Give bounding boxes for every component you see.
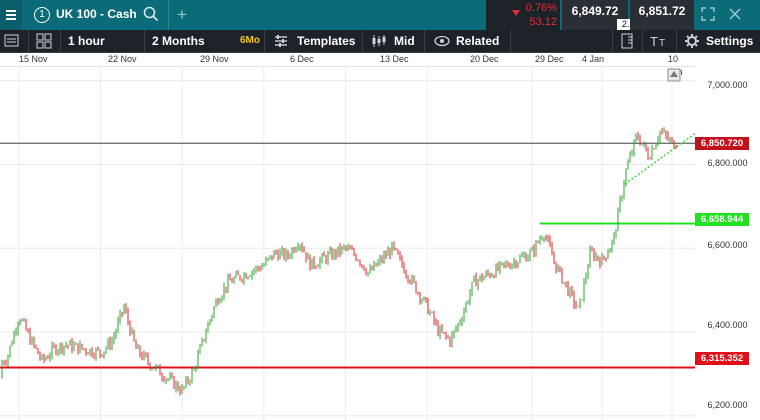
menu-icon[interactable] [0, 0, 22, 30]
search-icon[interactable] [143, 6, 159, 27]
change-points: 53.12 [529, 16, 557, 28]
toolbar-divider [362, 30, 363, 52]
toolbar-divider [144, 30, 145, 52]
chart-toolbar: 1 hour 2 Months 6Mo Templates Mid Relate… [0, 30, 760, 53]
svg-text:T: T [659, 38, 665, 49]
price-label: 6,200.000 [707, 400, 748, 410]
toolbar-divider [60, 30, 61, 52]
toolbar-divider [264, 30, 265, 52]
settings-button[interactable]: Settings [706, 30, 753, 52]
price-axis: 7,000.000 6,800.000 6,600.000 6,400.000 … [695, 53, 760, 420]
current-price-tag: 6,850.720 [695, 137, 749, 150]
range-select[interactable]: 2 Months [152, 30, 205, 52]
text-size-icon[interactable]: TT [650, 33, 668, 54]
scroll-to-latest-icon[interactable] [667, 68, 681, 82]
related-button[interactable]: Related [456, 30, 499, 52]
instrument-tab[interactable]: 1 UK 100 - Cash [24, 0, 164, 30]
templates-icon [274, 34, 288, 53]
range-badge[interactable]: 6Mo [240, 35, 260, 46]
buy-price: 6,851.72 [638, 4, 686, 18]
date-label: 13 Dec [380, 54, 409, 64]
ruler-icon[interactable] [620, 33, 634, 54]
list-icon[interactable] [4, 33, 20, 54]
change-percent: 0.76% [525, 2, 557, 14]
gear-icon[interactable] [684, 33, 700, 54]
add-instrument-button[interactable]: + [168, 0, 195, 30]
date-label: 6 Dec [290, 54, 314, 64]
price-label: 7,000.000 [707, 80, 748, 90]
date-axis: 15 Nov 22 Nov 29 Nov 6 Dec 13 Dec 20 Dec… [0, 53, 695, 77]
price-label: 6,400.000 [707, 320, 748, 330]
buy-price-button[interactable]: 6,851.72 [630, 0, 694, 30]
toolbar-divider [424, 30, 425, 52]
toolbar-divider [676, 30, 677, 52]
date-label: 29 Nov [200, 54, 229, 64]
price-label: 6,600.000 [707, 240, 748, 250]
date-label: 22 Nov [108, 54, 137, 64]
down-arrow-icon [512, 4, 520, 22]
date-label: 15 Nov [19, 54, 48, 64]
price-chart[interactable] [0, 66, 695, 420]
eye-icon [434, 34, 450, 53]
price-label: 6,800.000 [707, 158, 748, 168]
toolbar-divider [28, 30, 29, 52]
toolbar-divider [510, 30, 511, 52]
date-label: 4 Jan [582, 54, 605, 64]
interval-select[interactable]: 1 hour [68, 30, 105, 52]
candlestick-icon [371, 34, 387, 53]
date-label: 20 Dec [470, 54, 499, 64]
close-icon[interactable] [728, 7, 742, 24]
templates-button[interactable]: Templates [297, 30, 355, 52]
support-level-tag[interactable]: 6,315.352 [695, 352, 749, 365]
date-label: 29 Dec [535, 54, 564, 64]
change-panel: 0.76% 53.12 [486, 0, 560, 30]
toolbar-divider [642, 30, 643, 52]
plus-icon: + [177, 5, 187, 24]
resistance-level-tag[interactable]: 6,658.944 [695, 213, 749, 226]
price-type-select[interactable]: Mid [394, 30, 415, 52]
layout-grid-icon[interactable] [36, 33, 52, 54]
top-bar: 1 UK 100 - Cash + 0.76% 53.12 6,849.72 2… [0, 0, 760, 30]
price-candles [1, 126, 677, 396]
expand-icon[interactable] [700, 6, 716, 25]
toolbar-divider [612, 30, 613, 52]
instrument-number-badge: 1 [34, 7, 50, 23]
instrument-name: UK 100 - Cash [56, 7, 137, 21]
svg-text:T: T [650, 34, 658, 49]
sell-price: 6,849.72 [571, 4, 619, 18]
